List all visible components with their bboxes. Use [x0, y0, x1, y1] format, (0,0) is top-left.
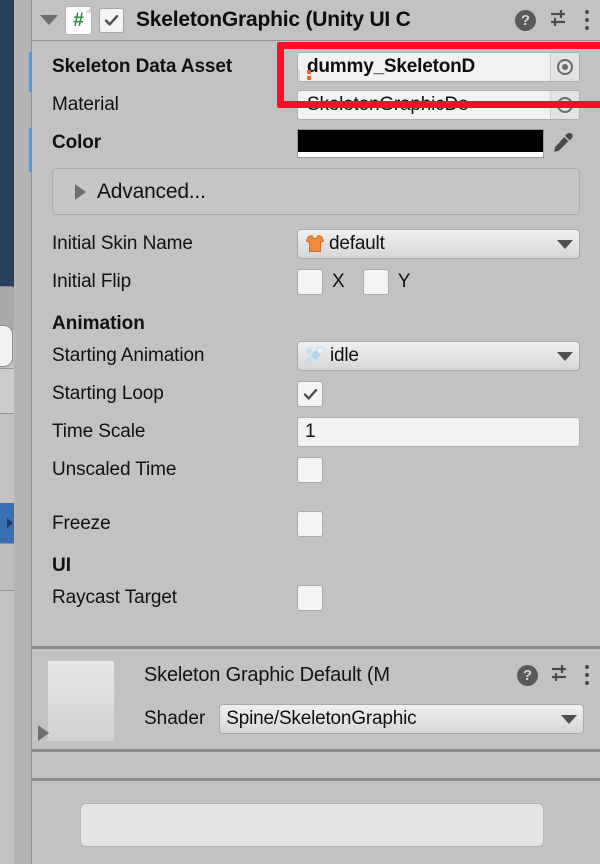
chevron-right-icon: [7, 518, 13, 528]
row-freeze: Freeze: [32, 505, 600, 543]
row-time-scale: Time Scale 1: [32, 413, 600, 451]
row-initial-skin-name: Initial Skin Name default: [32, 225, 600, 263]
chevron-down-icon: [561, 714, 577, 724]
row-raycast-target: Raycast Target: [32, 579, 600, 617]
help-icon[interactable]: ?: [517, 664, 538, 686]
raycast-target-checkbox[interactable]: [297, 585, 323, 611]
row-material: Material SkeletonGraphicDe: [32, 86, 600, 124]
spine-skin-icon: [304, 234, 326, 254]
unscaled-time-label: Unscaled Time: [52, 459, 177, 480]
color-field[interactable]: [297, 128, 580, 158]
component-header-icons: ?: [515, 8, 590, 33]
color-alpha-strip: [298, 151, 543, 157]
freeze-label: Freeze: [52, 513, 111, 534]
left-tab-handle-b[interactable]: [0, 325, 13, 367]
component-enabled-checkbox[interactable]: [99, 7, 124, 33]
eyedropper-icon[interactable]: [544, 128, 580, 158]
material-label: Material: [52, 94, 119, 115]
skeleton-data-asset-field[interactable]: dummy_SkeletonD: [297, 52, 580, 82]
row-shader: Shader Spine/SkeletonGraphic: [32, 701, 600, 737]
inspector-content: # SkeletonGraphic (Unity UI C ? Skeleton…: [32, 0, 600, 864]
kebab-menu-icon[interactable]: [584, 664, 590, 686]
initial-skin-name-dropdown[interactable]: default: [297, 229, 580, 259]
initial-flip-label: Initial Flip: [52, 271, 132, 292]
material-block-title: Skeleton Graphic Default (M: [144, 663, 390, 686]
material-field[interactable]: SkeletonGraphicDe: [297, 90, 580, 120]
help-icon[interactable]: ?: [515, 9, 536, 31]
empty-strip: [32, 752, 600, 781]
scene-hierarchy-edge: [0, 0, 14, 298]
chevron-down-icon: [557, 239, 573, 249]
preset-icon[interactable]: [550, 663, 572, 688]
script-csharp-icon: #: [66, 6, 91, 34]
shader-dropdown[interactable]: Spine/SkeletonGraphic: [219, 704, 584, 734]
initial-flip-controls: X Y: [297, 269, 419, 295]
skeleton-data-asset-value: dummy_SkeletonD: [307, 56, 476, 77]
starting-loop-checkbox[interactable]: [297, 381, 323, 407]
row-skeleton-data-asset: Skeleton Data Asset dummy_SkeletonD: [32, 48, 600, 86]
initial-flip-x-checkbox[interactable]: [297, 269, 323, 295]
starting-animation-value: idle: [330, 345, 359, 366]
color-label: Color: [52, 132, 102, 153]
left-tab-handle-d[interactable]: [0, 543, 14, 591]
left-tab-handle-selected[interactable]: [0, 503, 14, 543]
starting-animation-dropdown[interactable]: idle: [297, 341, 580, 371]
foldout-triangle-right-icon: [75, 183, 86, 200]
component-header[interactable]: # SkeletonGraphic (Unity UI C ?: [32, 0, 600, 41]
preset-icon[interactable]: [549, 8, 571, 33]
row-starting-loop: Starting Loop: [32, 375, 600, 413]
unscaled-time-checkbox[interactable]: [297, 457, 323, 483]
advanced-foldout[interactable]: Advanced...: [52, 168, 580, 215]
raycast-target-label: Raycast Target: [52, 587, 177, 608]
shader-label: Shader: [144, 708, 206, 729]
row-initial-flip: Initial Flip X Y: [32, 263, 600, 301]
initial-flip-x-label: X: [332, 271, 345, 292]
component-title: SkeletonGraphic (Unity UI C: [136, 8, 411, 31]
color-swatch[interactable]: [297, 128, 544, 158]
material-preview-thumbnail: [48, 661, 114, 741]
left-tab-handle-c[interactable]: [0, 368, 14, 414]
shader-value: Spine/SkeletonGraphic: [226, 708, 417, 729]
initial-skin-name-value: default: [329, 233, 385, 254]
spine-animation-icon: [304, 346, 327, 366]
starting-animation-label: Starting Animation: [52, 345, 205, 366]
inspector-window: # SkeletonGraphic (Unity UI C ? Skeleton…: [0, 0, 600, 864]
property-rows: Skeleton Data Asset dummy_SkeletonD Mate…: [32, 41, 600, 637]
animation-section-header: Animation: [52, 313, 145, 334]
foldout-triangle-down-icon[interactable]: [40, 15, 58, 25]
row-color: Color: [32, 124, 600, 162]
material-value: SkeletonGraphicDe: [307, 94, 469, 115]
freeze-checkbox[interactable]: [297, 511, 323, 537]
add-component-button[interactable]: [80, 803, 544, 847]
prefab-override-gutter: [14, 0, 34, 864]
material-foldout-triangle-icon[interactable]: [38, 725, 49, 741]
time-scale-label: Time Scale: [52, 421, 146, 442]
object-picker-icon[interactable]: [550, 91, 579, 119]
object-picker-icon[interactable]: [550, 53, 579, 81]
chevron-down-icon: [557, 351, 573, 361]
kebab-menu-icon[interactable]: [584, 9, 590, 31]
skeleton-data-asset-label: Skeleton Data Asset: [52, 56, 233, 77]
material-inspector-block: Skeleton Graphic Default (M ? Shader Spi…: [32, 649, 600, 752]
bottom-area: [32, 781, 600, 847]
row-unscaled-time: Unscaled Time: [32, 451, 600, 489]
row-starting-animation: Starting Animation idle: [32, 337, 600, 375]
initial-flip-y-label: Y: [397, 271, 411, 292]
material-header-icons: ?: [517, 663, 590, 688]
material-block-header: Skeleton Graphic Default (M ?: [32, 649, 600, 701]
starting-loop-label: Starting Loop: [52, 383, 164, 404]
time-scale-input[interactable]: 1: [297, 417, 580, 447]
advanced-label: Advanced...: [97, 179, 206, 203]
initial-skin-name-label: Initial Skin Name: [52, 233, 193, 254]
initial-flip-y-checkbox[interactable]: [362, 269, 389, 295]
ui-section-header: UI: [52, 555, 71, 576]
